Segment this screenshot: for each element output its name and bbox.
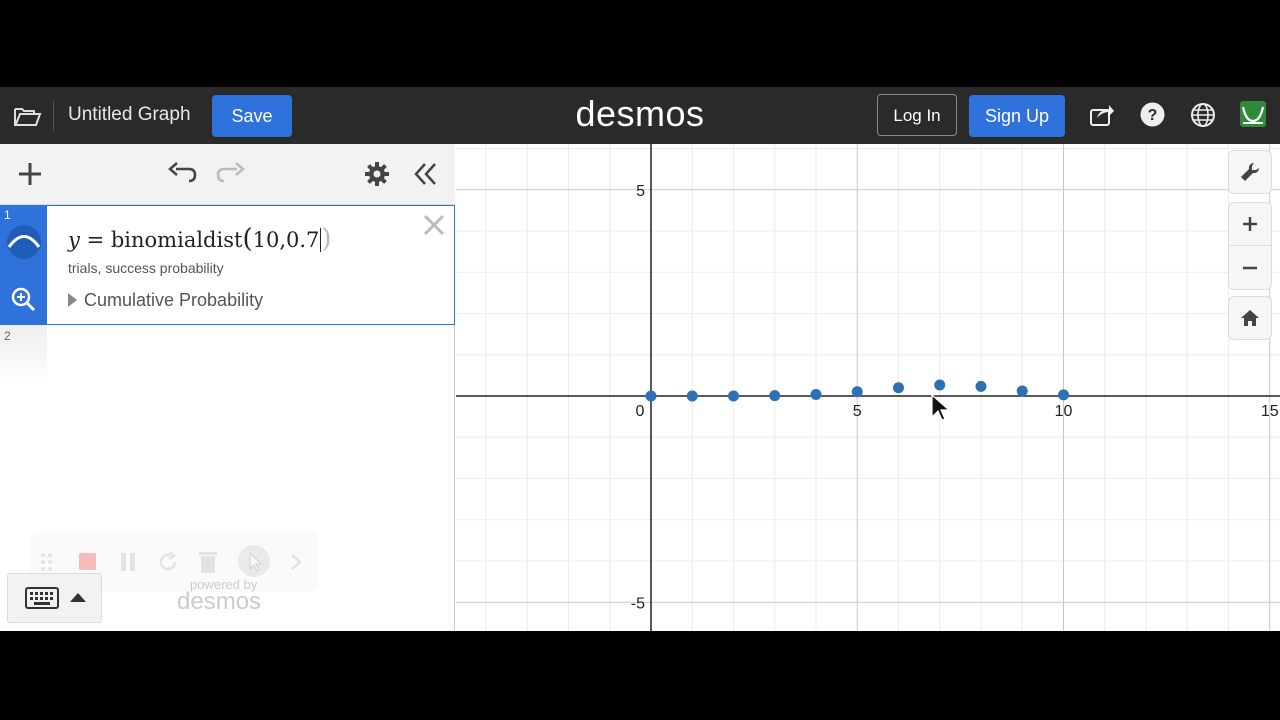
data-point: [645, 390, 657, 402]
stop-icon[interactable]: [79, 553, 96, 570]
pause-icon[interactable]: [120, 552, 136, 577]
cumulative-probability-label: Cumulative Probability: [84, 290, 264, 310]
share-icon[interactable]: [1089, 102, 1115, 128]
login-button[interactable]: Log In: [877, 94, 957, 136]
graph-tools: [1228, 150, 1274, 340]
settings-gear-icon[interactable]: [364, 161, 390, 192]
caret-right-icon: [68, 293, 77, 307]
function-args: 10,0.7: [252, 228, 320, 252]
expression-index: 2: [4, 329, 11, 343]
graph-canvas[interactable]: 0 5 10 15 5 -5: [456, 144, 1280, 631]
equals-sign: =: [86, 228, 105, 252]
expression-row[interactable]: 1 y = binomialdist(10,0.7) trials, succe…: [0, 205, 455, 325]
zoom-out-icon[interactable]: [1228, 246, 1272, 290]
powered-by-desmos-logo: desmos: [177, 588, 262, 615]
zoom-fit-icon[interactable]: [10, 286, 36, 317]
save-button[interactable]: Save: [212, 95, 292, 137]
graph-paper[interactable]: 0 5 10 15 5 -5: [456, 144, 1280, 631]
zoom-in-icon[interactable]: [1228, 202, 1272, 246]
extension-icon[interactable]: [1240, 101, 1266, 127]
expression-gutter: 1: [0, 206, 47, 324]
header-divider: [53, 101, 54, 131]
keypad-toggle-button[interactable]: [7, 573, 102, 623]
svg-text:?: ?: [1148, 107, 1158, 124]
graph-title[interactable]: Untitled Graph: [68, 104, 191, 126]
data-point: [728, 390, 739, 402]
data-point: [851, 386, 863, 398]
graph-settings-wrench-icon[interactable]: [1228, 150, 1272, 194]
collapse-panel-icon[interactable]: [413, 161, 439, 192]
keyboard-icon: [25, 587, 59, 614]
folder-icon[interactable]: [12, 103, 42, 129]
desmos-logo: desmos: [575, 93, 705, 134]
data-point: [975, 380, 987, 392]
empty-expression-row[interactable]: 2: [0, 325, 47, 385]
delete-expression-icon[interactable]: [421, 212, 447, 238]
data-point: [810, 388, 822, 400]
expression-panel: 1 y = binomialdist(10,0.7) trials, succe…: [0, 144, 455, 631]
caret-up-icon: [70, 593, 86, 602]
data-point: [1058, 389, 1069, 401]
open-paren: (: [242, 224, 253, 254]
close-paren: ): [321, 224, 332, 254]
x-tick-label: 5: [853, 403, 862, 420]
y-tick-label: -5: [631, 595, 645, 612]
cumulative-probability-toggle[interactable]: Cumulative Probability: [68, 290, 263, 311]
distribution-icon[interactable]: [4, 224, 44, 265]
data-point: [893, 382, 904, 394]
parameter-hint: trials, success probability: [68, 260, 224, 276]
top-header: Untitled Graph Save desmos Log In Sign U…: [0, 87, 1280, 144]
expression-index: 1: [4, 208, 11, 222]
help-icon[interactable]: ?: [1140, 102, 1165, 127]
x-tick-label: 15: [1261, 403, 1279, 420]
graph-background: [456, 144, 1280, 631]
data-point: [769, 390, 781, 402]
data-point: [1016, 385, 1028, 397]
x-tick-label: 0: [636, 403, 645, 420]
redo-icon[interactable]: [216, 160, 246, 191]
trash-icon[interactable]: [198, 550, 218, 579]
desmos-app: Untitled Graph Save desmos Log In Sign U…: [0, 87, 1280, 631]
x-tick-label: 10: [1055, 403, 1073, 420]
function-name: binomialdist: [110, 228, 243, 252]
globe-icon[interactable]: [1190, 102, 1216, 128]
data-point: [934, 379, 946, 391]
y-tick-label: 5: [636, 183, 645, 200]
signup-button[interactable]: Sign Up: [969, 95, 1065, 137]
data-point: [686, 390, 698, 402]
expression-toolbar: [0, 144, 455, 205]
chevron-right-icon[interactable]: [289, 552, 303, 577]
default-view-home-icon[interactable]: [1228, 296, 1272, 340]
expression-math-input[interactable]: y = binomialdist(10,0.7): [68, 224, 332, 254]
restart-icon[interactable]: [157, 551, 179, 578]
add-item-icon[interactable]: [16, 160, 44, 193]
undo-icon[interactable]: [167, 160, 197, 191]
lhs-variable: y: [68, 228, 80, 252]
